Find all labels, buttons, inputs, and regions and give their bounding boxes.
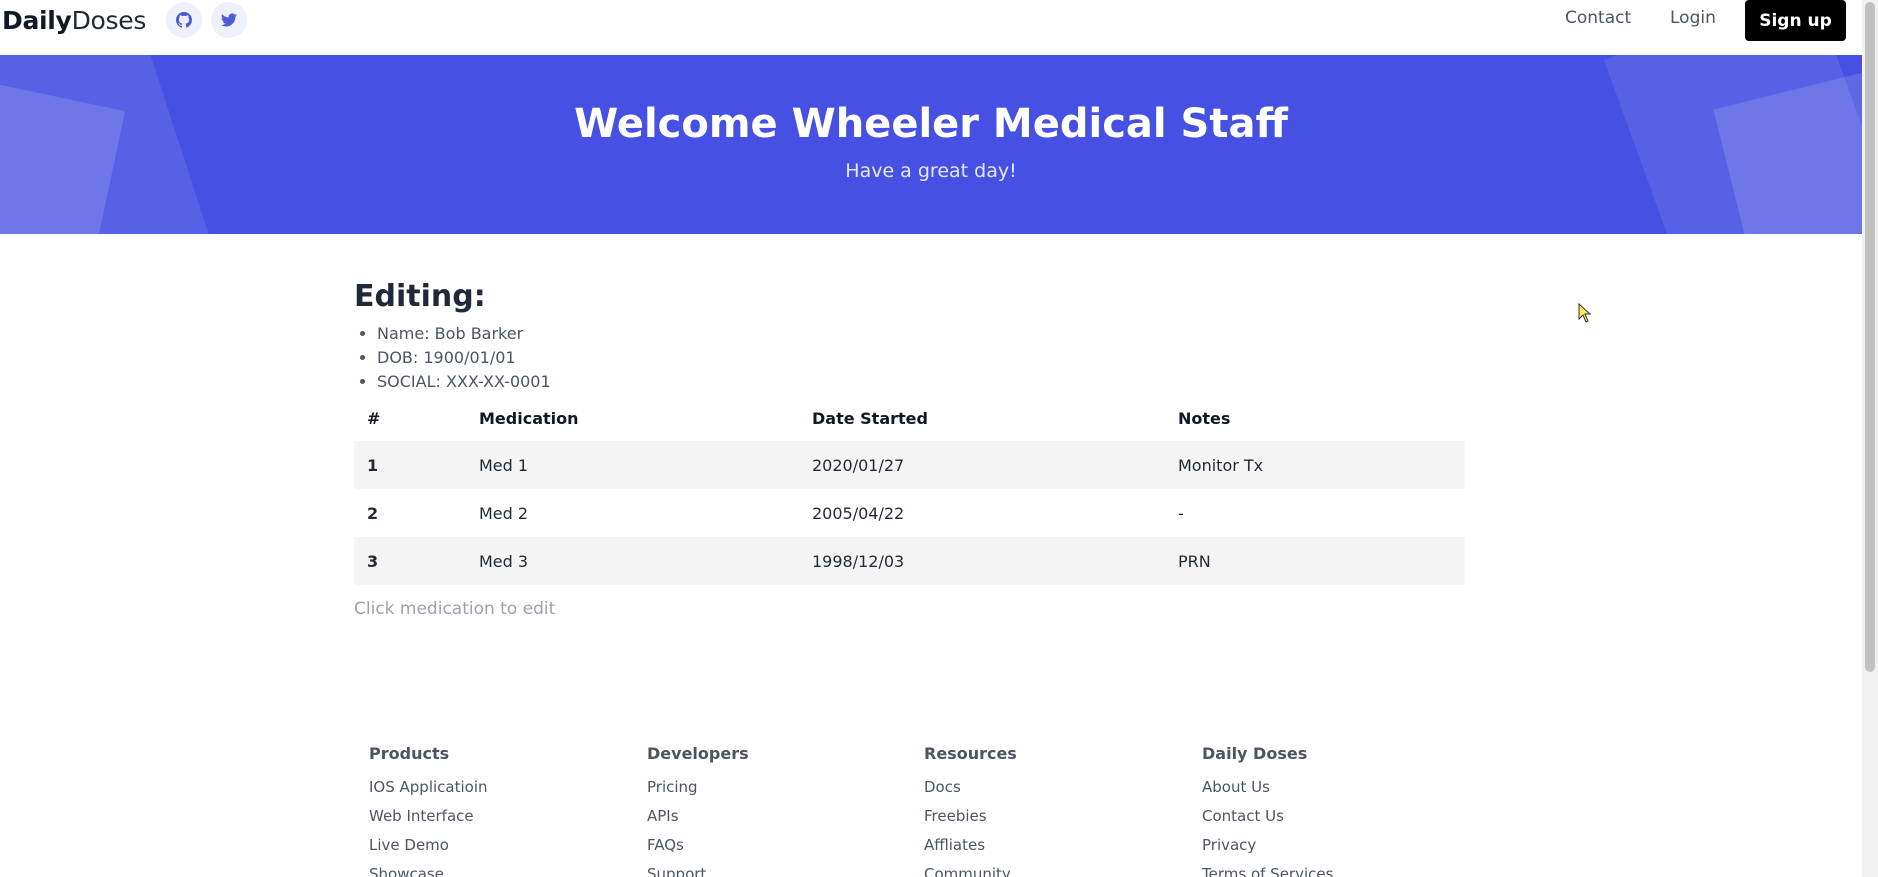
column-header-date: Date Started [812, 408, 928, 428]
footer-column-resources: Resources Docs Freebies Affliates Commun… [924, 744, 1017, 877]
date-started: 2005/04/22 [812, 503, 905, 523]
mouse-cursor-icon [1578, 303, 1592, 323]
date-started: 2020/01/27 [799, 441, 1165, 489]
footer-link[interactable]: Affliates [924, 836, 1017, 865]
notes: - [1178, 503, 1184, 523]
patient-name: Name: Bob Barker [377, 322, 551, 346]
footer-column-daily-doses: Daily Doses About Us Contact Us Privacy … [1202, 744, 1333, 877]
logo-light: Doses [71, 6, 147, 35]
medication-name[interactable]: Med 3 [466, 537, 799, 585]
footer-column-developers: Developers Pricing APIs FAQs Support [647, 744, 749, 877]
footer-link[interactable]: Showcase [369, 865, 488, 877]
footer-link[interactable]: FAQs [647, 836, 749, 865]
footer-link[interactable]: Community [924, 865, 1017, 877]
logo[interactable]: DailyDoses [2, 6, 146, 35]
footer-link[interactable]: Privacy [1202, 836, 1333, 865]
medication-row[interactable]: 3 Med 3 1998/12/03 PRN [354, 537, 1465, 585]
footer-link[interactable]: Web Interface [369, 807, 488, 836]
footer-heading: Daily Doses [1202, 744, 1308, 763]
vertical-scrollbar[interactable] [1862, 0, 1878, 877]
editing-heading: Editing: [354, 279, 486, 314]
column-header-medication: Medication [479, 408, 579, 428]
twitter-link[interactable] [211, 2, 247, 38]
nav-contact-link[interactable]: Contact [1565, 8, 1631, 28]
footer-link[interactable]: IOS Applicatioin [369, 778, 488, 807]
patient-dob: DOB: 1900/01/01 [377, 346, 551, 370]
column-header-number: # [367, 408, 381, 428]
patient-social: SOCIAL: XXX-XX-0001 [377, 370, 551, 394]
footer-link[interactable]: Live Demo [369, 836, 488, 865]
row-number: 2 [367, 503, 379, 523]
footer-link[interactable]: Docs [924, 778, 1017, 807]
hero-banner: Welcome Wheeler Medical Staff Have a gre… [0, 55, 1862, 234]
row-number: 3 [354, 537, 466, 585]
twitter-icon [221, 13, 237, 27]
edit-hint: Click medication to edit [354, 599, 556, 619]
row-number: 1 [354, 441, 466, 489]
medication-name[interactable]: Med 2 [466, 489, 799, 537]
footer-heading: Products [369, 744, 450, 763]
footer-link[interactable]: APIs [647, 807, 749, 836]
footer-link[interactable]: About Us [1202, 778, 1333, 807]
nav-login-link[interactable]: Login [1670, 8, 1716, 28]
patient-info-list: Name: Bob Barker DOB: 1900/01/01 SOCIAL:… [377, 322, 551, 394]
github-link[interactable] [166, 2, 202, 38]
hero-subtitle: Have a great day! [845, 160, 1017, 182]
signup-button[interactable]: Sign up [1745, 0, 1846, 41]
footer-heading: Resources [924, 744, 1017, 763]
date-started: 1998/12/03 [799, 537, 1165, 585]
hero-title: Welcome Wheeler Medical Staff [574, 101, 1288, 147]
table-header-row: # Medication Date Started Notes [354, 395, 1465, 441]
notes: Monitor Tx [1165, 441, 1465, 489]
medication-row[interactable]: 1 Med 1 2020/01/27 Monitor Tx [354, 441, 1465, 489]
footer-link[interactable]: Support [647, 865, 749, 877]
scrollbar-thumb[interactable] [1865, 2, 1875, 672]
medication-name[interactable]: Med 1 [466, 441, 799, 489]
footer-link[interactable]: Pricing [647, 778, 749, 807]
footer-column-products: Products IOS Applicatioin Web Interface … [369, 744, 488, 877]
logo-bold: Daily [2, 6, 72, 35]
notes: PRN [1165, 537, 1465, 585]
footer-link[interactable]: Freebies [924, 807, 1017, 836]
footer-heading: Developers [647, 744, 749, 763]
github-icon [176, 12, 192, 28]
top-navbar: DailyDoses Contact Login Sign up [0, 0, 1862, 55]
footer-link[interactable]: Terms of Services [1202, 865, 1333, 877]
medication-table: # Medication Date Started Notes 1 Med 1 … [354, 395, 1465, 585]
column-header-notes: Notes [1178, 408, 1231, 428]
medication-row[interactable]: 2 Med 2 2005/04/22 - [354, 489, 1465, 537]
footer-link[interactable]: Contact Us [1202, 807, 1333, 836]
